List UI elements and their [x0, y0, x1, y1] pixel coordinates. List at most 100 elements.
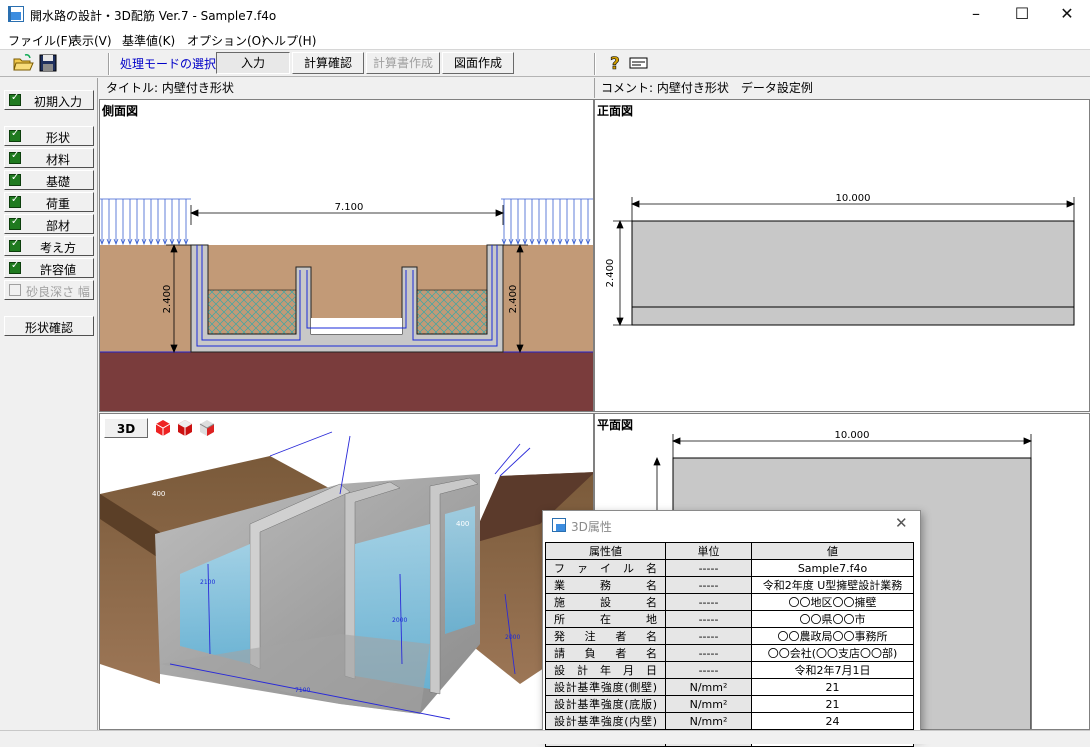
- attribute-table: 属性値 単位 値 ファイル名 ----- Sample7.f4o 業務名 ----- 令和…: [545, 542, 914, 747]
- check-icon: [9, 128, 21, 142]
- attribute-unit: N/mm²: [665, 678, 752, 696]
- shape-check-button[interactable]: 形状確認: [4, 316, 94, 336]
- allowable-button[interactable]: 許容値: [4, 258, 94, 278]
- title-bar: 開水路の設計・3D配筋 Ver.7 - Sample7.f4o – ☐ ✕: [0, 0, 1090, 29]
- threed-dim-3: 2100: [200, 579, 215, 586]
- table-row[interactable]: 請負者名 ----- 〇〇会社(〇〇支店〇〇部): [545, 644, 914, 662]
- menu-file[interactable]: ファイル(F): [8, 32, 72, 49]
- cube-front-icon[interactable]: [154, 419, 172, 437]
- threed-model-render: 400 400 2100 2000 2000 7100: [100, 431, 593, 720]
- material-button[interactable]: 材料: [4, 148, 94, 168]
- check-icon: [9, 150, 21, 164]
- dialog-close-icon[interactable]: ✕: [895, 514, 908, 532]
- attribute-value[interactable]: 令和2年7月1日: [751, 661, 914, 679]
- attribute-name: 請負者名: [545, 644, 666, 662]
- save-icon[interactable]: [38, 53, 58, 73]
- attribute-value[interactable]: 〇〇地区〇〇擁壁: [751, 593, 914, 611]
- member-button[interactable]: 部材: [4, 214, 94, 234]
- plan-width-dim: 10.000: [835, 430, 870, 441]
- menu-option[interactable]: オプション(O): [187, 32, 266, 49]
- surcharge-load-left: [100, 199, 189, 246]
- attribute-name: 設計基準強度(底版): [545, 695, 666, 713]
- attribute-name: 設計基準強度(内壁): [545, 712, 666, 730]
- dialog-app-icon: [552, 518, 566, 532]
- table-row[interactable]: 設計基準強度(底版) N/mm² 21: [545, 695, 914, 713]
- toolbar: 処理モードの選択 入力 計算確認 計算書作成 図面作成 ?: [0, 49, 1090, 77]
- front-view[interactable]: 10.000 2.400 正面図: [594, 99, 1090, 412]
- attribute-value[interactable]: 〇〇会社(〇〇支店〇〇部): [751, 644, 914, 662]
- side-left-height-dim: 2.400: [162, 285, 173, 314]
- attribute-unit: -----: [665, 644, 752, 662]
- cube-side-icon[interactable]: [176, 419, 194, 437]
- maximize-icon[interactable]: ☐: [999, 0, 1045, 29]
- table-row[interactable]: 業務名 ----- 令和2年度 U型擁壁設計業務: [545, 576, 914, 594]
- svg-text:?: ?: [610, 54, 620, 73]
- input-mode-button[interactable]: 入力: [216, 52, 290, 74]
- attribute-value[interactable]: 〇〇農政局〇〇事務所: [751, 627, 914, 645]
- table-row[interactable]: 設計基準強度(側壁) N/mm² 21: [545, 678, 914, 696]
- table-row[interactable]: 所在地 ----- 〇〇県〇〇市: [545, 610, 914, 628]
- attribute-name: 施設名: [545, 593, 666, 611]
- attribute-value[interactable]: 24: [751, 712, 914, 730]
- threed-button[interactable]: 3D: [104, 418, 148, 438]
- window-title: 開水路の設計・3D配筋 Ver.7 - Sample7.f4o: [30, 9, 277, 23]
- attribute-value[interactable]: 21: [751, 695, 914, 713]
- dialog-title: 3D属性: [571, 520, 612, 534]
- help-icon[interactable]: ?: [606, 53, 626, 75]
- threed-view[interactable]: 400 400 2100 2000 2000 7100 3D: [99, 413, 594, 730]
- attribute-value[interactable]: 21: [751, 678, 914, 696]
- front-width-dim: 10.000: [836, 193, 871, 204]
- side-view-drawing: 7.100 2.400 2.400: [100, 198, 593, 411]
- threed-attribute-dialog[interactable]: 3D属性 ✕ 属性値 単位 値 ファイル名 ----- Sample7.f4o 業務名…: [542, 510, 921, 747]
- shape-button[interactable]: 形状: [4, 126, 94, 146]
- side-width-dim: 7.100: [335, 202, 364, 213]
- sand-depth-width-button[interactable]: 砂良深さ 幅: [4, 280, 94, 300]
- menu-standard[interactable]: 基準値(K): [122, 32, 175, 49]
- threed-dim-5: 2000: [505, 634, 520, 641]
- attribute-unit: -----: [665, 559, 752, 577]
- attribute-name: 設計基準強度(側壁): [545, 678, 666, 696]
- open-folder-icon[interactable]: [12, 53, 34, 73]
- table-row[interactable]: 発注者名 ----- 〇〇農政局〇〇事務所: [545, 627, 914, 645]
- attribute-name: 業務名: [545, 576, 666, 594]
- attribute-unit: N/mm²: [665, 712, 752, 730]
- attribute-name: ファイル名: [545, 559, 666, 577]
- plan-view-label: 平面図: [597, 418, 634, 432]
- approach-button[interactable]: 考え方: [4, 236, 94, 256]
- menu-view[interactable]: 表示(V): [70, 32, 112, 49]
- close-icon[interactable]: ✕: [1044, 0, 1090, 29]
- drawing-create-button[interactable]: 図面作成: [442, 52, 514, 74]
- side-right-height-dim: 2.400: [508, 285, 519, 314]
- attribute-value[interactable]: 令和2年度 U型擁壁設計業務: [751, 576, 914, 594]
- attribute-name: 発注者名: [545, 627, 666, 645]
- title-info: タイトル: 内壁付き形状: [100, 78, 594, 98]
- table-header-row: 属性値 単位 値: [545, 542, 914, 560]
- load-button[interactable]: 荷重: [4, 192, 94, 212]
- minimize-icon[interactable]: –: [953, 0, 999, 29]
- app-icon: [8, 6, 24, 22]
- menu-bar: ファイル(F) 表示(V) 基準値(K) オプション(O) ヘルプ(H): [0, 29, 1090, 49]
- side-view[interactable]: 7.100 2.400 2.400 側面図: [99, 99, 594, 412]
- check-icon: [9, 216, 21, 230]
- table-row[interactable]: 施設名 ----- 〇〇地区〇〇擁壁: [545, 593, 914, 611]
- initial-input-button[interactable]: 初期入力: [4, 90, 94, 110]
- report-create-button[interactable]: 計算書作成: [366, 52, 440, 74]
- checkbox-icon: [9, 284, 21, 296]
- attribute-unit: -----: [665, 627, 752, 645]
- attribute-unit: -----: [665, 661, 752, 679]
- check-icon: [9, 194, 21, 208]
- attribute-unit: -----: [665, 610, 752, 628]
- attribute-value[interactable]: Sample7.f4o: [751, 559, 914, 577]
- front-height-dim: 2.400: [605, 259, 616, 288]
- dialog-title-bar[interactable]: 3D属性 ✕: [543, 511, 920, 539]
- foundation-button[interactable]: 基礎: [4, 170, 94, 190]
- table-row[interactable]: 設計基準強度(内壁) N/mm² 24: [545, 712, 914, 730]
- check-icon: [9, 238, 21, 252]
- cube-top-icon[interactable]: [198, 419, 216, 437]
- table-row[interactable]: ファイル名 ----- Sample7.f4o: [545, 559, 914, 577]
- attribute-value[interactable]: 〇〇県〇〇市: [751, 610, 914, 628]
- menu-help[interactable]: ヘルプ(H): [262, 32, 316, 49]
- keyboard-icon[interactable]: [629, 54, 649, 72]
- table-row[interactable]: 設計年月日 ----- 令和2年7月1日: [545, 661, 914, 679]
- calc-check-button[interactable]: 計算確認: [292, 52, 364, 74]
